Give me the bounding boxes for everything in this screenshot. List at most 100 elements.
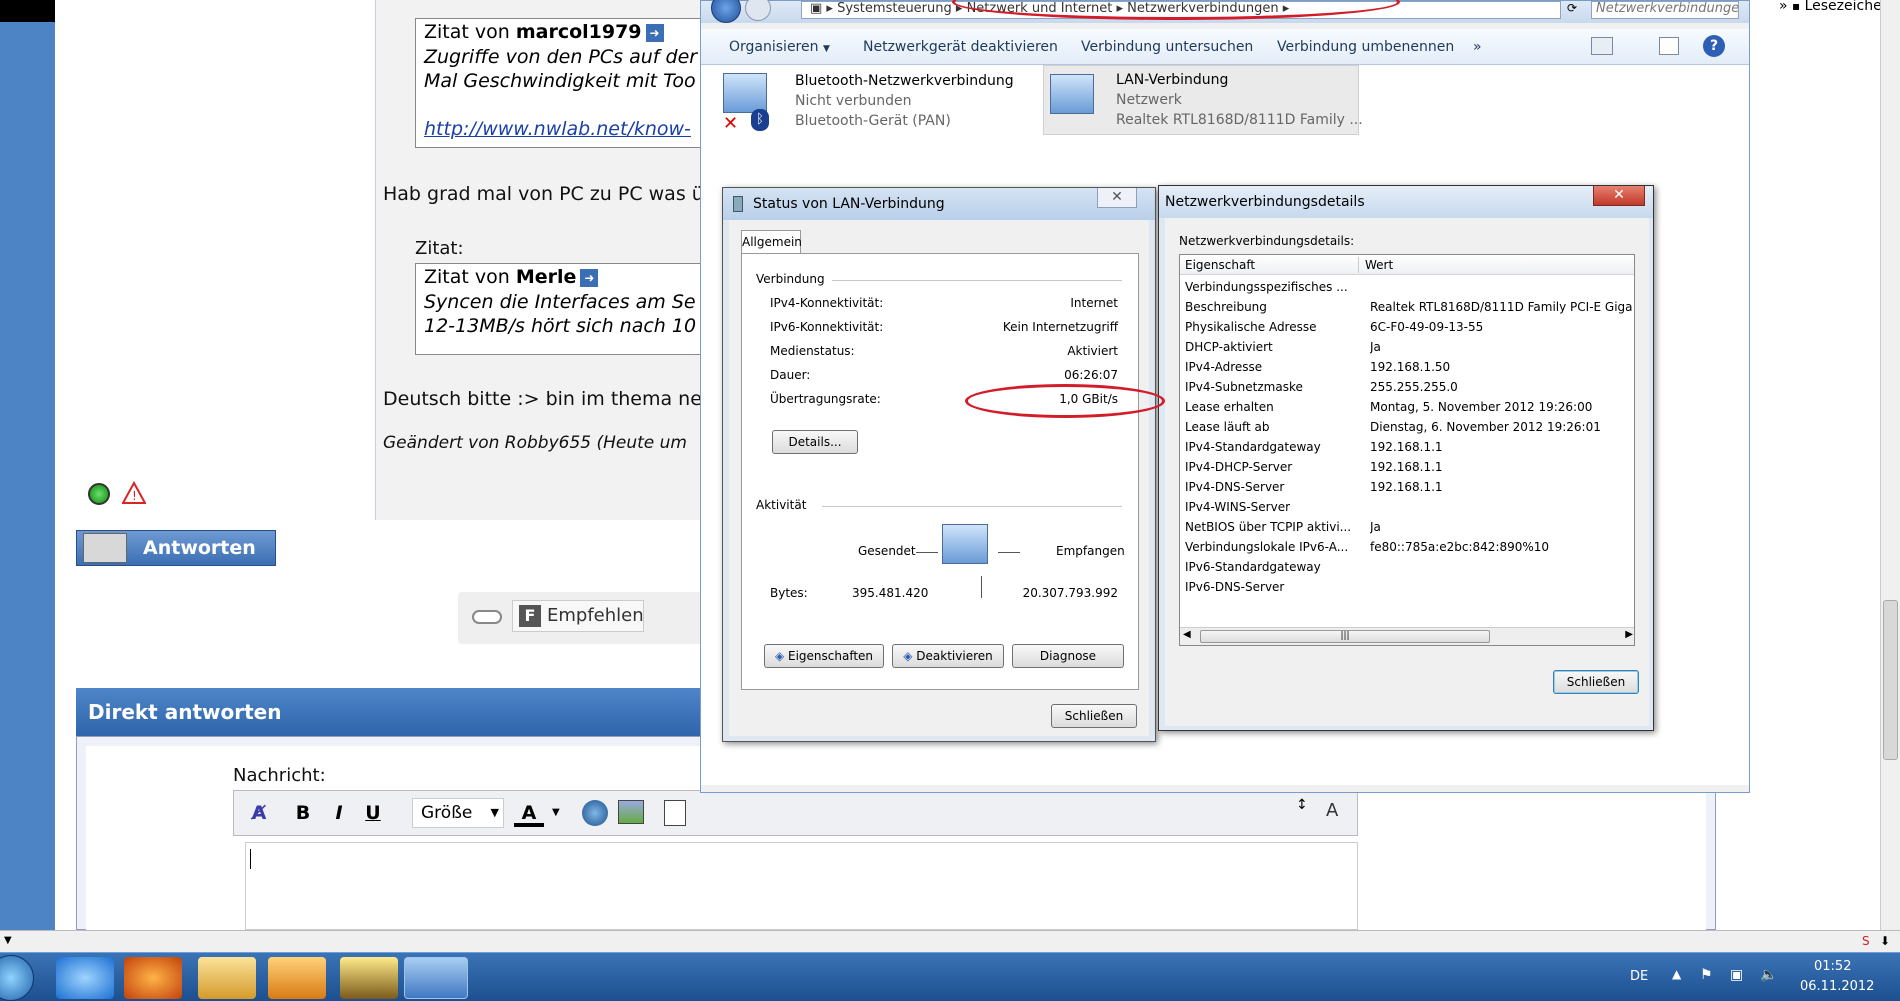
refresh-icon[interactable]: ⟳ [1567, 1, 1577, 15]
clock-date[interactable]: 06.11.2012 [1800, 979, 1874, 994]
quote-merle: Zitat von Merle ➜ Syncen die Interfaces a… [415, 263, 705, 355]
forward-icon[interactable] [745, 0, 771, 21]
control-panel-icon: ▣ [810, 1, 823, 16]
status-dialog: Status von LAN-Verbindung ✕ Allgemein Ve… [722, 187, 1156, 742]
chevron-down-icon[interactable]: ▼ [4, 935, 12, 946]
connection-lan[interactable]: LAN-Verbindung Netzwerk Realtek RTL8168D… [1043, 65, 1363, 135]
help-icon[interactable]: ? [1703, 35, 1725, 57]
bookmarks-chevron[interactable]: » [1779, 0, 1788, 14]
details-dialog: Netzwerkverbindungsdetails ✕ Netzwerkver… [1158, 185, 1654, 731]
preview-pane-icon[interactable] [1659, 37, 1679, 55]
empfehlen-button[interactable]: F Empfehlen [512, 600, 644, 632]
details-button[interactable]: Details... [772, 430, 858, 454]
view-options-icon[interactable] [1591, 37, 1613, 55]
network-cable-icon [733, 196, 743, 212]
details-caption: Netzwerkverbindungsdetails: [1179, 234, 1355, 248]
bytes-sent: 395.481.420 [852, 586, 929, 600]
underline-button[interactable]: U [360, 799, 386, 827]
sent-label: Gesendet [858, 544, 916, 558]
column-property[interactable]: Eigenschaft [1185, 255, 1255, 275]
internet-explorer-icon[interactable] [56, 957, 114, 999]
connection-bluetooth[interactable]: ✕ ᛒ Bluetooth-Netzwerkverbindung Nicht v… [723, 73, 1033, 134]
diagnose-connection-button[interactable]: Verbindung untersuchen [1081, 39, 1253, 55]
goto-post-icon[interactable]: ➜ [580, 268, 599, 287]
font-size-select[interactable]: Größe ▼ [412, 798, 504, 828]
bookmark-star-icon: ▪ [1792, 0, 1801, 13]
more-commands-button[interactable]: » [1473, 39, 1482, 55]
start-button-icon[interactable] [0, 955, 34, 1001]
connection-name: Bluetooth-Netzwerkverbindung [795, 73, 1014, 89]
properties-button[interactable]: ◈ Eigenschaften [764, 644, 884, 668]
reply-text: Hab grad mal von PC zu PC was ü [383, 183, 704, 205]
network-control-panel-icon[interactable] [404, 957, 468, 999]
breadcrumb-systemsteuerung[interactable]: Systemsteuerung [837, 1, 952, 16]
clock-time[interactable]: 01:52 [1814, 959, 1851, 974]
browser-scrollbar[interactable] [1880, 0, 1900, 930]
media-app-icon[interactable] [340, 957, 398, 999]
toggle-icon[interactable] [472, 610, 502, 624]
spellcheck-icon[interactable]: A [1326, 800, 1338, 821]
outlook-icon[interactable] [268, 957, 326, 999]
remove-format-icon[interactable]: A̸ [244, 799, 274, 827]
network-computer-icon [723, 73, 767, 113]
column-value[interactable]: Wert [1365, 255, 1393, 275]
scroll-right-icon[interactable]: ▶ [1625, 629, 1633, 640]
italic-button[interactable]: I [326, 799, 352, 827]
status-label: Übertragungsrate: [770, 392, 881, 406]
search-box[interactable]: Netzwerkverbindungen durchs... [1591, 1, 1739, 19]
details-value: Ja [1370, 520, 1381, 534]
bookmarks-button[interactable]: ▪ Lesezeichen [1792, 0, 1891, 14]
font-color-button[interactable]: A [514, 799, 544, 827]
download-icon[interactable]: ⬇ [1880, 934, 1890, 948]
network-tray-icon[interactable]: ▣ [1730, 967, 1743, 983]
report-warning-icon[interactable]: ! [121, 480, 147, 505]
details-value: 192.168.1.1 [1370, 440, 1443, 454]
back-icon[interactable] [711, 0, 741, 23]
browser-status-bar: ▼ S ⬇ [0, 930, 1900, 952]
addon-icon[interactable]: S [1862, 934, 1870, 948]
resize-arrows-icon[interactable]: ↕ [1296, 797, 1308, 813]
horizontal-scrollbar[interactable]: ◀ ||| ▶ [1180, 627, 1634, 645]
connection-status: Netzwerk [1116, 92, 1182, 108]
chevron-down-icon[interactable]: ▼ [552, 807, 560, 818]
tab-allgemein[interactable]: Allgemein [741, 230, 802, 254]
flag-icon[interactable]: ⚑ [1700, 967, 1713, 983]
details-list[interactable]: Eigenschaft Wert Verbindungsspezifisches… [1179, 254, 1635, 646]
antworten-button[interactable]: Antworten [76, 530, 276, 566]
rename-connection-button[interactable]: Verbindung umbenennen [1277, 39, 1454, 55]
folder-explorer-icon[interactable] [198, 957, 256, 999]
section-verbindung: Verbindung [756, 272, 825, 286]
details-value: 192.168.1.1 [1370, 480, 1443, 494]
firefox-icon[interactable] [124, 957, 182, 999]
goto-post-icon[interactable]: ➜ [645, 23, 664, 42]
close-icon[interactable]: ✕ [1593, 186, 1645, 206]
status-close-button[interactable]: Schließen [1051, 704, 1137, 728]
bytes-received: 20.307.793.992 [1022, 586, 1118, 600]
volume-icon[interactable]: 🔈 [1760, 967, 1777, 983]
close-icon[interactable]: ✕ [1097, 188, 1137, 208]
message-textarea[interactable] [245, 842, 1358, 930]
details-value: Dienstag, 6. November 2012 19:26:01 [1370, 420, 1601, 434]
scrollbar-thumb[interactable]: ||| [1200, 630, 1490, 643]
insert-image-icon[interactable] [618, 800, 644, 824]
link-globe-icon[interactable] [582, 800, 608, 826]
details-value: Ja [1370, 340, 1381, 354]
diagnose-button[interactable]: Diagnose [1012, 644, 1124, 668]
details-value: Realtek RTL8168D/8111D Family PCI-E Giga [1370, 300, 1633, 314]
scroll-left-icon[interactable]: ◀ [1183, 629, 1191, 640]
quote-link[interactable]: http://www.nwlab.net/know- [424, 117, 696, 141]
deactivate-device-button[interactable]: Netzwerkgerät deaktivieren [863, 39, 1058, 55]
bold-button[interactable]: B [290, 799, 316, 827]
details-property: DHCP-aktiviert [1185, 340, 1273, 354]
deactivate-button[interactable]: ◈ Deaktivieren [892, 644, 1004, 668]
organisieren-menu[interactable]: Organisieren ▼ [729, 39, 830, 55]
details-property: IPv6-Standardgateway [1185, 560, 1321, 574]
language-indicator[interactable]: DE [1630, 969, 1648, 984]
shield-icon: ◈ [903, 649, 913, 663]
scrollbar-thumb[interactable] [1883, 600, 1898, 760]
show-hidden-icons[interactable]: ▲ [1672, 967, 1681, 981]
quote-insert-icon[interactable] [664, 800, 686, 826]
details-close-button[interactable]: Schließen [1553, 670, 1639, 694]
network-activity-icon [942, 524, 988, 564]
connection-device: Bluetooth-Gerät (PAN) [795, 113, 951, 129]
